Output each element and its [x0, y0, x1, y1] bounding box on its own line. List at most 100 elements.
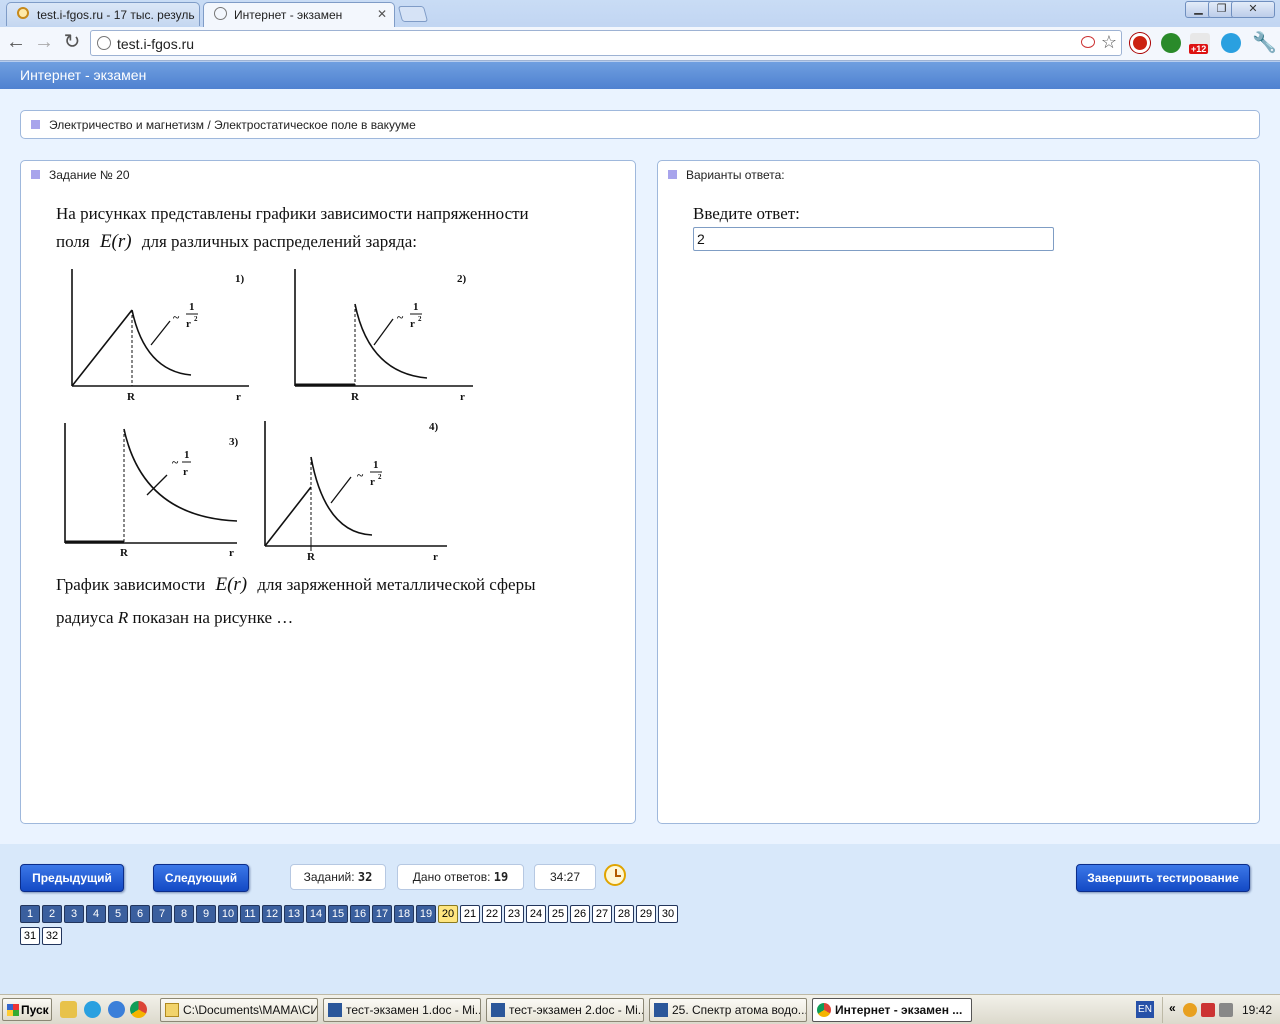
axis-label-R: R [127, 391, 136, 403]
taskbar-item-label: тест-экзамен 2.doc - Mi... [509, 1003, 644, 1017]
word-doc-icon [654, 1003, 668, 1017]
bookmark-star-icon[interactable]: ☆ [1101, 32, 1117, 53]
taskbar-item-word-3[interactable]: 25. Спектр атома водо... [649, 998, 807, 1022]
question-button-25[interactable]: 25 [548, 905, 568, 923]
taskbar-item-chrome[interactable]: Интернет - экзамен ... [812, 998, 972, 1022]
axis-label-r: r [229, 547, 234, 559]
question-button-5[interactable]: 5 [108, 905, 128, 923]
chrome-quicklaunch-icon[interactable] [130, 1001, 147, 1018]
skype-icon[interactable] [1221, 33, 1241, 53]
question-button-17[interactable]: 17 [372, 905, 392, 923]
address-bar[interactable]: test.i-fgos.ru ☆ [90, 30, 1122, 56]
question-button-11[interactable]: 11 [240, 905, 260, 923]
utorrent-icon[interactable] [1161, 33, 1181, 53]
speaker-icon[interactable] [1219, 1003, 1233, 1017]
question-button-18[interactable]: 18 [394, 905, 414, 923]
variable-R: R [117, 608, 129, 627]
tab-exam[interactable]: Интернет - экзамен ✕ [203, 2, 395, 27]
formula-E-of-r: E(r) [99, 231, 132, 252]
graph-2 [294, 269, 473, 387]
question-button-28[interactable]: 28 [614, 905, 634, 923]
previous-button[interactable]: Предыдущий [20, 864, 124, 892]
taskbar-item-word-1[interactable]: тест-экзамен 1.doc - Mi... [323, 998, 481, 1022]
proportional-sign: ~ [173, 310, 180, 324]
question-button-29[interactable]: 29 [636, 905, 656, 923]
answer-input[interactable] [693, 227, 1054, 251]
question-button-12[interactable]: 12 [262, 905, 282, 923]
bullet-square-icon [31, 170, 40, 179]
back-arrow-icon[interactable]: ← [4, 31, 28, 55]
alarm-clock-icon [604, 864, 626, 886]
question-button-10[interactable]: 10 [218, 905, 238, 923]
new-tab-button[interactable] [397, 6, 429, 22]
start-button[interactable]: Пуск [2, 998, 52, 1021]
app-header: Интернет - экзамен [0, 62, 1280, 89]
taskbar-item-word-2[interactable]: тест-экзамен 2.doc - Mi... [486, 998, 644, 1022]
question-text: График зависимости [56, 575, 206, 594]
next-button[interactable]: Следующий [153, 864, 249, 892]
question-button-31[interactable]: 31 [20, 927, 40, 945]
windows-logo-icon [7, 1004, 19, 1016]
question-button-3[interactable]: 3 [64, 905, 84, 923]
tray-app-icon[interactable] [1183, 1003, 1197, 1017]
finish-test-button[interactable]: Завершить тестирование [1076, 864, 1250, 892]
internet-explorer-icon[interactable] [108, 1001, 125, 1018]
tab-search-results[interactable]: test.i-fgos.ru - 17 тыс. резуль [6, 2, 200, 26]
language-indicator[interactable]: EN [1136, 1001, 1154, 1018]
reload-icon[interactable]: ↻ [60, 31, 84, 55]
question-button-23[interactable]: 23 [504, 905, 524, 923]
question-button-21[interactable]: 21 [460, 905, 480, 923]
taskbar-item-explorer[interactable]: C:\Documents\МАМА\СИ... [160, 998, 318, 1022]
question-text: радиуса [56, 608, 114, 627]
breadcrumb: Электричество и магнетизм / Электростати… [20, 110, 1260, 139]
question-button-15[interactable]: 15 [328, 905, 348, 923]
question-button-13[interactable]: 13 [284, 905, 304, 923]
answer-panel-title: Варианты ответа: [686, 168, 785, 182]
question-button-6[interactable]: 6 [130, 905, 150, 923]
tab-label: Интернет - экзамен [234, 8, 343, 22]
question-button-32[interactable]: 32 [42, 927, 62, 945]
answers-label: Дано ответов: [412, 870, 491, 884]
axis-label-r: r [433, 551, 438, 563]
tray-security-icon[interactable] [1201, 1003, 1215, 1017]
task-title: Задание № 20 [49, 168, 130, 182]
quicklaunch-app-icon[interactable] [60, 1001, 77, 1018]
tray-expand-chevron-icon[interactable]: « [1169, 1001, 1176, 1015]
question-text: для заряженной металлической сферы [257, 575, 536, 594]
adblock-icon[interactable] [1130, 33, 1150, 53]
question-button-14[interactable]: 14 [306, 905, 326, 923]
question-button-26[interactable]: 26 [570, 905, 590, 923]
graph-number-4: 4) [429, 421, 439, 433]
answers-count-box: Дано ответов: 19 [397, 864, 524, 890]
exponent: 2 [418, 315, 422, 323]
close-tab-icon[interactable]: ✕ [377, 7, 387, 21]
axis-label-R: R [307, 551, 316, 563]
search-favicon-icon [17, 7, 29, 19]
page-action-icon[interactable] [1081, 36, 1095, 48]
question-button-30[interactable]: 30 [658, 905, 678, 923]
question-button-9[interactable]: 9 [196, 905, 216, 923]
timer: 34:27 [534, 864, 596, 890]
question-button-20[interactable]: 20 [438, 905, 458, 923]
skype-quicklaunch-icon[interactable] [84, 1001, 101, 1018]
question-button-27[interactable]: 27 [592, 905, 612, 923]
question-button-22[interactable]: 22 [482, 905, 502, 923]
question-button-19[interactable]: 19 [416, 905, 436, 923]
question-button-16[interactable]: 16 [350, 905, 370, 923]
exponent: 2 [378, 473, 382, 481]
word-doc-icon [328, 1003, 342, 1017]
tasks-count: 32 [357, 870, 373, 884]
close-window-button[interactable]: ✕ [1231, 1, 1275, 18]
question-button-24[interactable]: 24 [526, 905, 546, 923]
question-button-4[interactable]: 4 [86, 905, 106, 923]
graph-3 [64, 423, 238, 544]
question-button-8[interactable]: 8 [174, 905, 194, 923]
taskbar-item-label: тест-экзамен 1.doc - Mi... [346, 1003, 481, 1017]
question-button-2[interactable]: 2 [42, 905, 62, 923]
system-tray: « 19:42 [1162, 997, 1280, 1023]
question-button-7[interactable]: 7 [152, 905, 172, 923]
tasks-label: Заданий: [303, 870, 355, 884]
question-button-1[interactable]: 1 [20, 905, 40, 923]
wrench-menu-icon[interactable]: 🔧 [1252, 30, 1277, 55]
forward-arrow-icon[interactable]: → [32, 31, 56, 55]
